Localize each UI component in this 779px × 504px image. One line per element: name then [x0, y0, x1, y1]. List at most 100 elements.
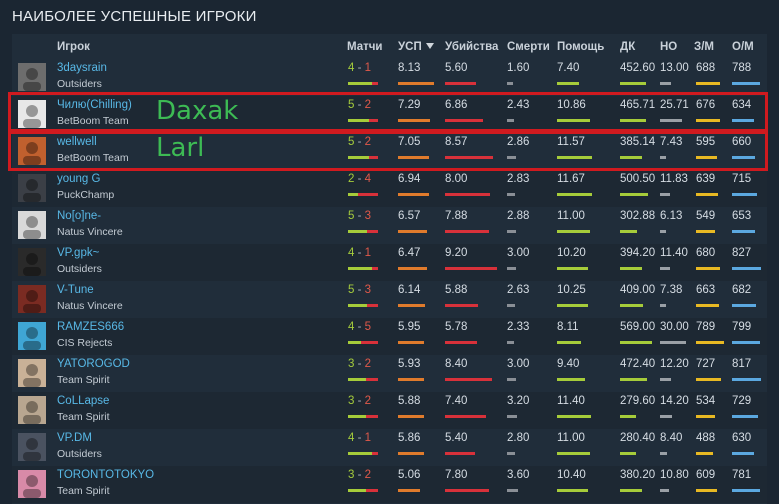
dk-value: 380.20	[620, 469, 656, 481]
team-name: Team Spirit	[57, 374, 110, 386]
table-row[interactable]: VP.DM Outsiders 4 - 1 5.86 5.40 2.80 11.00 280.…	[12, 429, 767, 466]
kills-bar	[445, 489, 489, 492]
kills-bar	[445, 304, 478, 307]
match-record: 2 - 4	[348, 173, 371, 185]
no-bar	[660, 304, 666, 307]
table-row[interactable]: young G PuckChamp 2 - 4 6.94 8.00 2.83 11.67 50…	[12, 170, 767, 207]
deaths-value: 3.60	[507, 469, 530, 481]
table-row[interactable]: RAMZES666 CIS Rejects 4 - 5 5.95 5.78 2.33 8.1…	[12, 318, 767, 355]
match-record: 3 - 2	[348, 469, 371, 481]
no-bar	[660, 267, 670, 270]
losses-bar	[361, 341, 378, 344]
deaths-bar	[507, 489, 518, 492]
dk-value: 472.40	[620, 358, 656, 370]
player-name-link[interactable]: V-Tune	[57, 284, 94, 296]
col-header-om[interactable]: О/М	[732, 41, 754, 53]
dk-bar	[620, 452, 636, 455]
deaths-value: 2.33	[507, 321, 530, 333]
player-name-link[interactable]: VP.DM	[57, 432, 92, 444]
avatar[interactable]	[18, 396, 46, 424]
gm-value: 680	[696, 247, 716, 259]
assists-bar	[557, 452, 590, 455]
table-row[interactable]: No[o]ne- Natus Vincere 5 - 3 6.57 7.88 2.88 11…	[12, 207, 767, 244]
gm-bar	[696, 378, 721, 381]
gm-value: 534	[696, 395, 716, 407]
kills-bar	[445, 378, 492, 381]
no-value: 7.38	[660, 284, 683, 296]
avatar[interactable]	[18, 285, 46, 313]
table-row[interactable]: TORONTOTOKYO Team Spirit 3 - 2 5.06 7.80 3.60…	[12, 466, 767, 503]
col-header-no[interactable]: НО	[660, 41, 677, 53]
no-bar	[660, 378, 671, 381]
om-value: 682	[732, 284, 752, 296]
no-value: 12.20	[660, 358, 689, 370]
dk-value: 500.50	[620, 173, 656, 185]
usp-bar	[398, 304, 425, 307]
usp-bar	[398, 452, 424, 455]
sort-desc-icon	[425, 43, 434, 49]
match-record: 3 - 2	[348, 395, 371, 407]
table-row[interactable]: V-Tune Natus Vincere 5 - 3 6.14 5.88 2.63 10.2…	[12, 281, 767, 318]
col-header-deaths[interactable]: Смерти	[507, 41, 550, 53]
player-name-link[interactable]: TORONTOTOKYO	[57, 469, 154, 481]
avatar-image	[23, 364, 41, 387]
table-row[interactable]: VP.gpk~ Outsiders 4 - 1 6.47 9.20 3.00 10.20 39…	[12, 244, 767, 281]
col-header-dk[interactable]: ДК	[620, 41, 635, 53]
avatar[interactable]	[18, 470, 46, 498]
losses-bar	[367, 230, 378, 233]
team-name: Team Spirit	[57, 485, 110, 497]
avatar[interactable]	[18, 359, 46, 387]
no-bar	[660, 452, 667, 455]
no-value: 13.00	[660, 62, 689, 74]
avatar[interactable]	[18, 211, 46, 239]
om-value: 715	[732, 173, 752, 185]
col-header-gm[interactable]: З/М	[694, 41, 714, 53]
assists-bar	[557, 415, 591, 418]
col-header-kills[interactable]: Убийства	[445, 41, 498, 53]
no-bar	[660, 193, 670, 196]
deaths-bar	[507, 378, 516, 381]
col-header-usp-label: УСП	[398, 41, 422, 53]
player-name-link[interactable]: No[o]ne-	[57, 210, 101, 222]
om-bar	[732, 304, 756, 307]
kills-value: 7.88	[445, 210, 468, 222]
table-row[interactable]: YATOROGOD Team Spirit 3 - 2 5.93 8.40 3.00 9.4…	[12, 355, 767, 392]
gm-bar	[696, 304, 719, 307]
assists-value: 7.40	[557, 62, 580, 74]
player-name-link[interactable]: 3daysrain	[57, 62, 107, 74]
avatar-image	[23, 253, 41, 276]
no-bar	[660, 341, 686, 344]
dk-bar	[620, 341, 652, 344]
avatar[interactable]	[18, 63, 46, 91]
kills-bar	[445, 415, 486, 418]
avatar[interactable]	[18, 248, 46, 276]
player-name-link[interactable]: CoLLapse	[57, 395, 109, 407]
assists-value: 10.40	[557, 469, 586, 481]
avatar[interactable]	[18, 174, 46, 202]
dash: -	[354, 62, 365, 74]
player-name-link[interactable]: YATOROGOD	[57, 358, 130, 370]
avatar-image	[23, 68, 41, 91]
kills-bar	[445, 452, 475, 455]
dk-value: 452.60	[620, 62, 656, 74]
table-row[interactable]: 3daysrain Outsiders 4 - 1 8.13 5.60 1.60 7.40 4…	[12, 59, 767, 96]
table-row[interactable]: CoLLapse Team Spirit 3 - 2 5.88 7.40 3.20 11.4…	[12, 392, 767, 429]
col-header-matches[interactable]: Матчи	[347, 41, 383, 53]
deaths-value: 2.88	[507, 210, 530, 222]
col-header-assists[interactable]: Помощь	[557, 41, 604, 53]
player-name-link[interactable]: RAMZES666	[57, 321, 124, 333]
om-bar	[732, 378, 761, 381]
avatar[interactable]	[18, 433, 46, 461]
losses: 1	[364, 247, 372, 259]
dash: -	[354, 247, 365, 259]
avatar[interactable]	[18, 322, 46, 350]
player-name-link[interactable]: VP.gpk~	[57, 247, 99, 259]
wins-bar	[348, 452, 372, 455]
usp-bar	[398, 82, 434, 85]
match-record: 3 - 2	[348, 358, 371, 370]
col-header-player[interactable]: Игрок	[57, 41, 90, 53]
avatar-image	[23, 179, 41, 202]
col-header-usp[interactable]: УСП	[398, 41, 434, 53]
kills-bar	[445, 267, 497, 270]
player-name-link[interactable]: young G	[57, 173, 100, 185]
